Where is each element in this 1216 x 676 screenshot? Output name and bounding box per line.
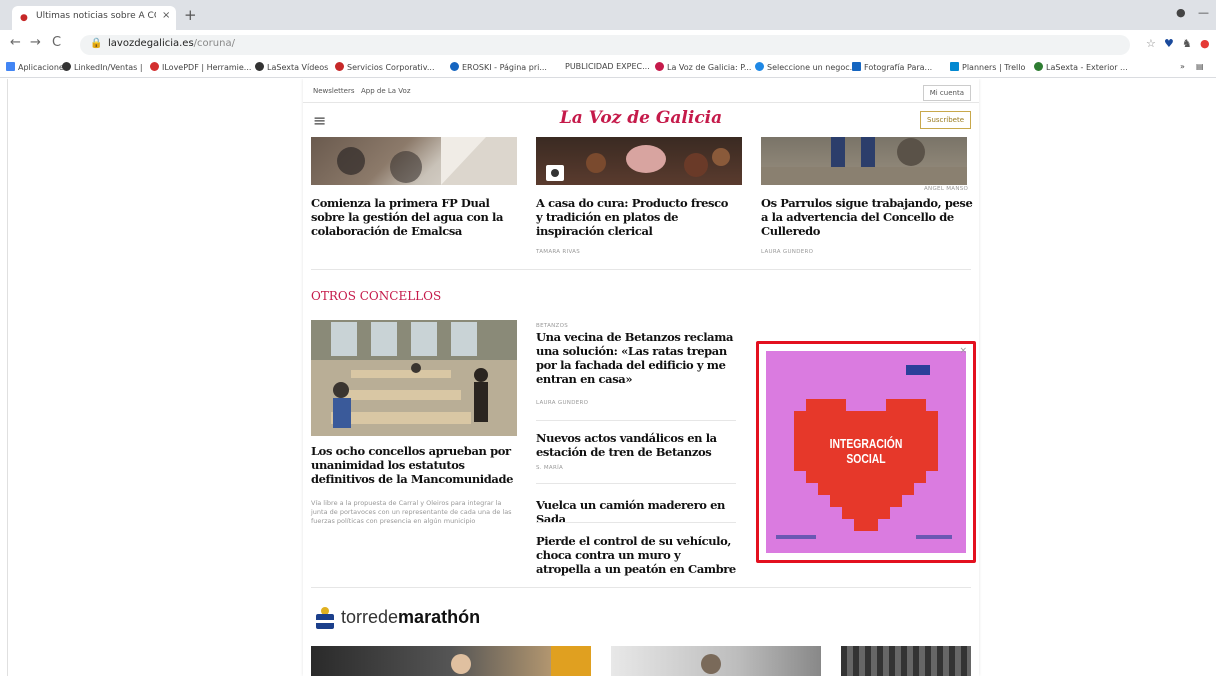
bookmark-favicon-icon xyxy=(255,62,264,71)
tab-strip: ● Últimas noticias sobre A CORUÑA × + ● … xyxy=(0,0,1216,30)
lead-story-summary: Vía libre a la propuesta de Carral y Ole… xyxy=(311,499,512,525)
back-button[interactable]: ← xyxy=(10,35,21,50)
browser-window: ● Últimas noticias sobre A CORUÑA × + ● … xyxy=(0,0,1216,676)
site-favicon-icon: ● xyxy=(20,13,28,23)
photo-illustration xyxy=(337,137,517,185)
star-icon[interactable]: ☆ xyxy=(1146,37,1156,50)
lead-story-headline[interactable]: Los ocho concellos aprueban por unanimid… xyxy=(311,444,523,486)
bookmark-item[interactable]: PUBLICIDAD EXPEC... xyxy=(565,62,650,71)
photo-illustration xyxy=(546,145,730,181)
new-tab-button[interactable]: + xyxy=(184,6,197,24)
torredemarathon-logo: torredemarathón xyxy=(341,607,481,627)
photo-illustration xyxy=(311,320,517,428)
divider xyxy=(311,587,971,588)
kicker: BETANZOS xyxy=(536,323,569,329)
bookmark-item[interactable]: Seleccione un negoc... xyxy=(755,62,857,72)
ad-banner[interactable]: INTEGRACIÓN SOCIAL × xyxy=(756,341,976,563)
forward-button[interactable]: → xyxy=(30,35,41,50)
bookmark-item[interactable]: EROSKI - Página pri... xyxy=(450,62,547,72)
profile-avatar-icon[interactable]: ● xyxy=(1200,37,1210,50)
byline: S. MARÍA xyxy=(536,465,564,471)
headline-fp-dual[interactable]: Comienza la primera FP Dual sobre la ges… xyxy=(311,196,521,238)
apps-icon xyxy=(6,62,15,71)
newsletters-link[interactable]: Newsletters xyxy=(313,87,355,95)
address-bar[interactable]: 🔒 lavozdegalicia.es/coruna/ xyxy=(80,35,1130,55)
headline-betanzos-ratas[interactable]: Una vecina de Betanzos reclama una soluc… xyxy=(536,330,736,386)
bookmarks-bar: Aplicaciones LinkedIn/Ventas | ILovePDF … xyxy=(0,58,1216,78)
headline-cambre[interactable]: Pierde el control de su vehículo, choca … xyxy=(536,534,736,576)
bookmark-item[interactable]: Aplicaciones xyxy=(6,62,68,72)
scrollbar-track[interactable] xyxy=(0,79,8,676)
url-text: lavozdegalicia.es/coruna/ xyxy=(108,38,235,49)
photo-illustration xyxy=(761,137,967,185)
card-image-marathon-3[interactable] xyxy=(841,646,971,676)
card-image-fp-dual[interactable] xyxy=(311,137,517,185)
account-button[interactable]: Mi cuenta xyxy=(922,85,971,101)
reload-button[interactable]: C xyxy=(52,35,61,50)
card-image-marathon-1[interactable] xyxy=(311,646,591,676)
bookmark-favicon-icon xyxy=(450,62,459,71)
reading-list-icon[interactable]: ▤ xyxy=(1196,62,1204,71)
site-logo[interactable]: La Voz de Galicia xyxy=(303,108,979,128)
bookmark-favicon-icon xyxy=(950,62,959,71)
browser-menu-icon[interactable]: ● xyxy=(1176,6,1186,19)
photo-credit: ANGEL MANSO xyxy=(924,186,969,192)
bookmark-item[interactable]: LinkedIn/Ventas | xyxy=(62,62,143,72)
section-title[interactable]: OTROS CONCELLOS xyxy=(311,289,441,303)
bookmark-favicon-icon xyxy=(655,62,664,71)
card-image-marathon-2[interactable] xyxy=(611,646,821,676)
tab-title: Últimas noticias sobre A CORUÑA xyxy=(36,11,156,21)
bookmark-item[interactable]: Servicios Corporativ... xyxy=(335,62,435,72)
divider xyxy=(536,522,736,523)
byline: LAURA GUNDERO xyxy=(536,400,589,406)
ad-creative: INTEGRACIÓN SOCIAL xyxy=(766,351,966,553)
card-image-a-casa-do-cura[interactable] xyxy=(536,137,742,185)
browser-toolbar: ← → C 🔒 lavozdegalicia.es/coruna/ ☆ ♥ ♞ … xyxy=(0,30,1216,58)
headline-a-casa-do-cura[interactable]: A casa do cura: Producto fresco y tradic… xyxy=(536,196,736,238)
extension-icon[interactable]: ♥ xyxy=(1164,37,1174,50)
photo-illustration xyxy=(701,654,721,674)
site-header: ≡ La Voz de Galicia Suscríbete xyxy=(303,104,979,136)
bookmark-item[interactable]: Planners | Trello xyxy=(950,62,1025,72)
ad-close-icon[interactable]: × xyxy=(959,346,967,356)
byline: LAURA GUNDERO xyxy=(761,249,814,255)
divider xyxy=(536,420,736,421)
byline: TAMARA RIVAS xyxy=(536,249,581,255)
bookmark-favicon-icon xyxy=(1034,62,1043,71)
ad-headline: INTEGRACIÓN SOCIAL xyxy=(829,436,903,466)
bookmark-favicon-icon xyxy=(62,62,71,71)
bookmark-favicon-icon xyxy=(755,62,764,71)
bookmark-favicon-icon xyxy=(852,62,861,71)
puzzle-icon[interactable]: ♞ xyxy=(1182,37,1192,50)
photo-illustration xyxy=(451,646,591,676)
lead-story-image[interactable] xyxy=(311,320,517,436)
lock-icon: 🔒 xyxy=(90,38,103,49)
bookmark-item[interactable]: LaSexta Vídeos xyxy=(255,62,328,72)
app-link[interactable]: App de La Voz xyxy=(361,87,411,95)
bookmark-favicon-icon xyxy=(335,62,344,71)
bookmark-item[interactable]: ILovePDF | Herramie... xyxy=(150,62,251,72)
headline-os-parrulos[interactable]: Os Parrulos sigue trabajando, pese a la … xyxy=(761,196,973,238)
divider xyxy=(536,483,736,484)
browser-tab[interactable]: ● Últimas noticias sobre A CORUÑA × xyxy=(12,6,176,30)
subscribe-button[interactable]: Suscríbete xyxy=(920,111,971,129)
close-tab-icon[interactable]: × xyxy=(162,10,170,21)
divider xyxy=(311,269,971,270)
bookmark-item[interactable]: LaSexta - Exterior ... xyxy=(1034,62,1128,72)
bookmark-item[interactable]: Fotografía Para... xyxy=(852,62,932,72)
headline-actos-vandalicos[interactable]: Nuevos actos vandálicos en la estación d… xyxy=(536,431,736,459)
bookmark-item[interactable]: La Voz de Galicia: P... xyxy=(655,62,751,72)
torredemarathon-block[interactable]: torredemarathón xyxy=(313,605,480,635)
bookmark-favicon-icon xyxy=(150,62,159,71)
deportivo-crest-icon xyxy=(316,607,334,629)
card-image-os-parrulos[interactable] xyxy=(761,137,967,185)
more-bookmarks-icon[interactable]: » xyxy=(1180,62,1185,71)
utility-bar: Newsletters App de La Voz Mi cuenta xyxy=(303,83,979,103)
minimize-button[interactable]: — xyxy=(1198,6,1209,19)
page-viewport: Newsletters App de La Voz Mi cuenta ≡ La… xyxy=(0,79,1216,676)
